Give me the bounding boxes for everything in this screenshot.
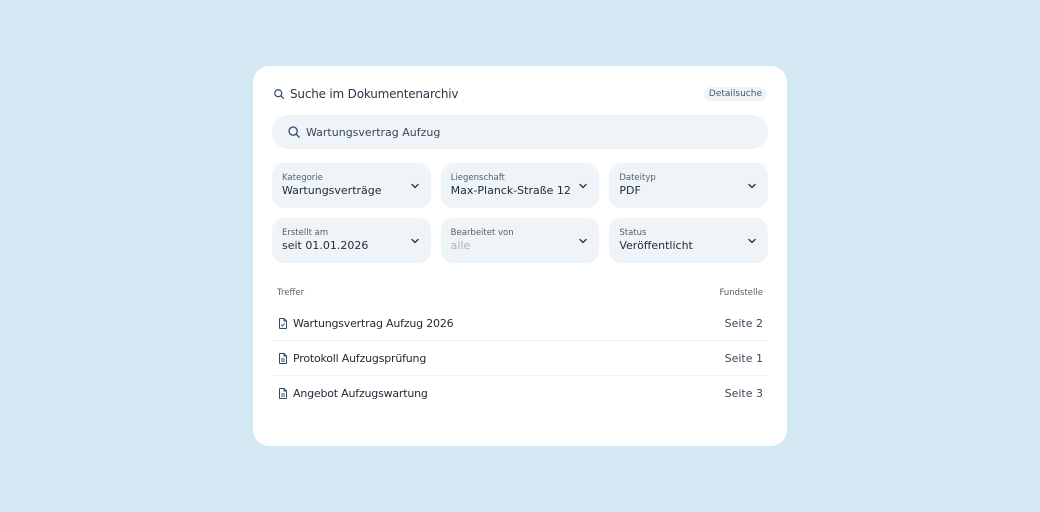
filter-grid: Kategorie Wartungsverträge Liegenschaft … xyxy=(272,163,769,273)
filter-category[interactable]: Kategorie Wartungsverträge xyxy=(272,163,431,208)
filter-value: PDF xyxy=(619,184,641,197)
results-header-location: Fundstelle xyxy=(719,288,763,298)
filter-editor[interactable]: Bearbeitet von alle xyxy=(440,218,600,263)
result-row[interactable]: Angebot Aufzugswartung Seite 3 xyxy=(272,376,768,410)
filter-row: Erstellt am seit 01.01.2026 Bearbeitet v… xyxy=(272,218,769,263)
search-card: Suche im Dokumentenarchiv Detailsuche Ka… xyxy=(253,66,787,446)
filter-value: alle xyxy=(450,239,471,252)
results-list: Treffer Fundstelle Wartungsvertrag Aufzu… xyxy=(272,286,768,410)
result-left: Angebot Aufzugswartung xyxy=(277,387,428,400)
filter-row: Kategorie Wartungsverträge Liegenschaft … xyxy=(272,163,769,208)
result-title: Angebot Aufzugswartung xyxy=(293,386,428,400)
filter-label: Erstellt am xyxy=(282,228,329,238)
search-icon xyxy=(273,88,285,100)
filter-filetype[interactable]: Dateityp PDF xyxy=(609,163,769,208)
search-bar[interactable] xyxy=(272,115,768,149)
result-page: Seite 3 xyxy=(724,386,763,400)
filter-label: Liegenschaft xyxy=(450,173,505,183)
search-input[interactable] xyxy=(306,125,706,139)
results-header-hits: Treffer xyxy=(277,288,305,298)
filter-label: Bearbeitet von xyxy=(450,228,514,238)
file-check-icon xyxy=(277,317,289,330)
search-icon xyxy=(287,125,301,139)
result-title: Protokoll Aufzugsprüfung xyxy=(293,351,427,365)
filter-created[interactable]: Erstellt am seit 01.01.2026 xyxy=(272,218,431,263)
chevron-down-icon xyxy=(578,236,588,246)
filter-value: Max-Planck-Straße 12 xyxy=(450,184,571,197)
header-left: Suche im Dokumentenarchiv xyxy=(273,87,458,101)
results-header: Treffer Fundstelle xyxy=(272,286,768,300)
page-title: Suche im Dokumentenarchiv xyxy=(290,87,459,101)
file-text-icon xyxy=(277,387,289,400)
chevron-down-icon xyxy=(410,236,420,246)
header: Suche im Dokumentenarchiv Detailsuche xyxy=(273,84,767,104)
result-page: Seite 1 xyxy=(724,351,763,365)
result-left: Protokoll Aufzugsprüfung xyxy=(277,352,426,365)
filter-value: Wartungsverträge xyxy=(282,184,382,197)
filter-label: Dateityp xyxy=(619,173,656,183)
result-title: Wartungsvertrag Aufzug 2026 xyxy=(293,316,454,330)
filter-property[interactable]: Liegenschaft Max-Planck-Straße 12 xyxy=(440,163,600,208)
result-left: Wartungsvertrag Aufzug 2026 xyxy=(277,316,454,330)
result-row[interactable]: Protokoll Aufzugsprüfung Seite 1 xyxy=(272,341,768,376)
filter-status[interactable]: Status Veröffentlicht xyxy=(609,218,769,263)
filter-value: Veröffentlicht xyxy=(619,239,693,252)
filter-label: Status xyxy=(619,228,647,238)
result-page: Seite 2 xyxy=(724,316,763,330)
advanced-search-link[interactable]: Detailsuche xyxy=(703,87,767,101)
chevron-down-icon xyxy=(747,181,757,191)
filter-value: seit 01.01.2026 xyxy=(282,239,369,252)
result-row[interactable]: Wartungsvertrag Aufzug 2026 Seite 2 xyxy=(272,306,768,341)
filter-label: Kategorie xyxy=(282,173,323,183)
chevron-down-icon xyxy=(578,181,588,191)
chevron-down-icon xyxy=(410,181,420,191)
file-text-icon xyxy=(277,352,289,365)
chevron-down-icon xyxy=(747,236,757,246)
